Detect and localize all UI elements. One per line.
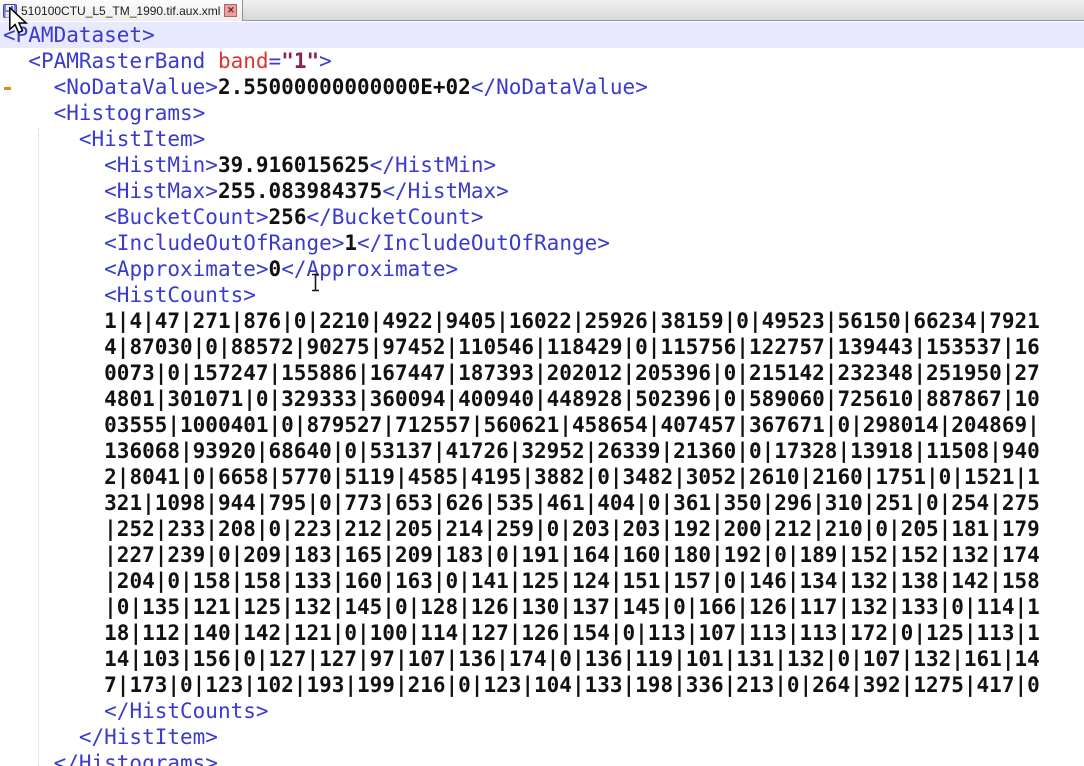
modified-line-marker — [4, 87, 11, 90]
code-line: <HistCounts> — [0, 282, 1084, 308]
tab-active-file[interactable]: 510100CTU_L5_TM_1990.tif.aux.xml ✕ — [0, 0, 243, 21]
code-line: <Approximate>0</Approximate> — [0, 256, 1084, 282]
code-line: <PAMDataset> — [0, 22, 1084, 48]
ibeam-cursor-icon — [310, 273, 321, 297]
code-line: </Histograms> — [0, 750, 1084, 766]
close-icon[interactable]: ✕ — [224, 4, 237, 17]
code-line: <IncludeOutOfRange>1</IncludeOutOfRange> — [0, 230, 1084, 256]
code-line: </HistCounts> — [0, 698, 1084, 724]
code-line: <Histograms> — [0, 100, 1084, 126]
code-line: |252|233|208|0|223|212|205|214|259|0|203… — [0, 516, 1084, 542]
code-line: 14|103|156|0|127|127|97|107|136|174|0|13… — [0, 646, 1084, 672]
code-line: </HistItem> — [0, 724, 1084, 750]
code-line: 03555|1000401|0|879527|712557|560621|458… — [0, 412, 1084, 438]
code-line: <BucketCount>256</BucketCount> — [0, 204, 1084, 230]
code-line: |227|239|0|209|183|165|209|183|0|191|164… — [0, 542, 1084, 568]
arrow-cursor-icon — [9, 7, 28, 40]
code-lines: <PAMDataset> <PAMRasterBand band="1"> <N… — [0, 22, 1084, 766]
code-line: 7|173|0|123|102|193|199|216|0|123|104|13… — [0, 672, 1084, 698]
code-line: <HistMax>255.083984375</HistMax> — [0, 178, 1084, 204]
code-line: 1|4|47|271|876|0|2210|4922|9405|16022|25… — [0, 308, 1084, 334]
code-line: <HistItem> — [0, 126, 1084, 152]
code-line: <PAMRasterBand band="1"> — [0, 48, 1084, 74]
indent-guide — [38, 128, 39, 766]
code-line: 4801|301071|0|329333|360094|400940|44892… — [0, 386, 1084, 412]
code-line: 4|87030|0|88572|90275|97452|110546|11842… — [0, 334, 1084, 360]
code-line: 2|8041|0|6658|5770|5119|4585|4195|3882|0… — [0, 464, 1084, 490]
code-line: <NoDataValue>2.55000000000000E+02</NoDat… — [0, 74, 1084, 100]
code-line: <HistMin>39.916015625</HistMin> — [0, 152, 1084, 178]
tab-title: 510100CTU_L5_TM_1990.tif.aux.xml — [21, 4, 220, 18]
code-line: 321|1098|944|795|0|773|653|626|535|461|4… — [0, 490, 1084, 516]
code-line: |0|135|121|125|132|145|0|128|126|130|137… — [0, 594, 1084, 620]
code-line: 0073|0|157247|155886|167447|187393|20201… — [0, 360, 1084, 386]
tab-bar: 510100CTU_L5_TM_1990.tif.aux.xml ✕ — [0, 0, 1084, 21]
code-line: 18|112|140|142|121|0|100|114|127|126|154… — [0, 620, 1084, 646]
code-line: 136068|93920|68640|0|53137|41726|32952|2… — [0, 438, 1084, 464]
editor-text-area[interactable]: <PAMDataset> <PAMRasterBand band="1"> <N… — [0, 22, 1084, 766]
code-line: |204|0|158|158|133|160|163|0|141|125|124… — [0, 568, 1084, 594]
app-window: { "tab": { "title": "510100CTU_L5_TM_199… — [0, 0, 1084, 766]
